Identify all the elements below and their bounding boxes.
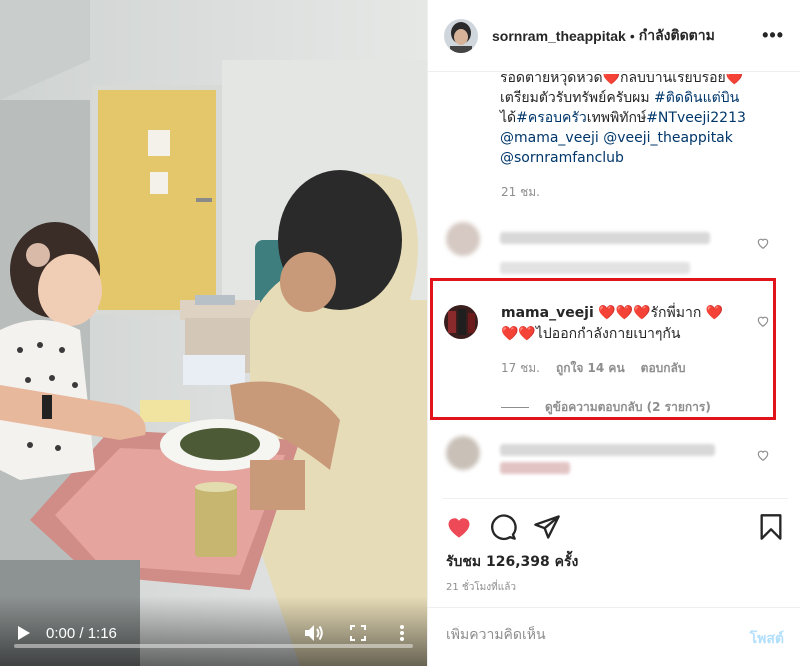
blurred-text <box>500 262 690 274</box>
like-comment-icon[interactable] <box>756 236 770 250</box>
video-player[interactable]: 0:00 / 1:16 <box>0 0 427 666</box>
fullscreen-icon[interactable] <box>347 622 369 644</box>
view-replies-button[interactable]: ดูข้อความตอบกลับ (2 รายการ) <box>501 398 711 417</box>
caption-mention-1[interactable]: @mama_veeji <box>500 130 599 146</box>
post-timestamp: 21 ชั่วโมงที่แล้ว <box>446 582 516 593</box>
share-icon[interactable] <box>533 513 561 541</box>
caption-line-1: รอดตายหวุดหวด❤️กลับบ้านเรียบร้อย❤️ <box>500 74 744 86</box>
replies-divider <box>501 407 529 408</box>
volume-icon[interactable] <box>303 622 325 644</box>
caption-mention-2[interactable]: @veeji_theappitak <box>603 130 733 146</box>
caption-line-3-text-2: เทพพิทักษ์ <box>586 110 647 126</box>
blurred-avatar <box>446 436 480 470</box>
blurred-text <box>500 444 715 456</box>
comment-icon[interactable] <box>489 513 517 541</box>
video-controls: 0:00 / 1:16 <box>0 596 427 666</box>
more-options-icon[interactable]: ••• <box>762 25 784 46</box>
comment-username[interactable]: mama_veeji <box>501 305 594 321</box>
comment-text: mama_veeji ❤️❤️❤️รักพี่มาก ❤️ ❤️❤️ไปออกก… <box>501 303 739 345</box>
caption-hashtag-3[interactable]: #NTveeji2213 <box>646 110 746 126</box>
comment-meta: 17 ชม. ถูกใจ 14 คน ตอบกลับ <box>501 359 686 378</box>
caption-hashtag-2[interactable]: #ครอบครัว <box>516 110 587 126</box>
post-comment-button[interactable]: โพสต์ <box>750 628 784 650</box>
post-actions <box>443 498 788 544</box>
comment-avatar[interactable] <box>444 305 478 339</box>
follow-status-button[interactable]: กำลังติดตาม <box>639 25 715 47</box>
caption-timestamp: 21 ชม. <box>501 185 540 199</box>
view-count[interactable]: รับชม 126,398 ครั้ง <box>446 551 578 573</box>
caption-line-3-text: ได้ <box>500 110 517 126</box>
header-separator: • <box>629 27 635 44</box>
liked-heart-icon[interactable] <box>445 513 473 541</box>
caption-line-2-text: เตรียมตัวรับทรัพย์ครับผม <box>500 90 655 106</box>
comment-timestamp: 17 ชม. <box>501 361 540 375</box>
caption-hashtag-1[interactable]: #ติดดินแต่บิน <box>654 90 739 106</box>
reply-button[interactable]: ตอบกลับ <box>641 359 686 378</box>
save-bookmark-icon[interactable] <box>757 513 785 541</box>
comment-body-a: ❤️❤️❤️รักพี่มาก ❤️ <box>593 305 724 321</box>
avatar[interactable] <box>444 18 478 53</box>
like-comment-icon[interactable] <box>756 448 770 462</box>
post-caption: รอดตายหวุดหวด❤️กลับบ้านเรียบร้อย❤️ เตรีย… <box>500 68 790 168</box>
post-author-username[interactable]: sornram_theappitak <box>492 28 626 44</box>
blurred-avatar <box>446 222 480 256</box>
comment-body-b: ❤️❤️ไปออกกำลังกายเบาๆกัน <box>501 326 681 342</box>
view-replies-label: ดูข้อความตอบกลับ (2 รายการ) <box>545 400 711 414</box>
comment-likes-count[interactable]: ถูกใจ 14 คน <box>556 359 625 378</box>
play-icon[interactable] <box>14 623 34 643</box>
post-header: sornram_theappitak • กำลังติดตาม ••• <box>428 0 800 72</box>
comment-input[interactable] <box>446 626 706 642</box>
blurred-text <box>500 462 570 474</box>
more-vertical-icon[interactable] <box>391 622 413 644</box>
caption-mention-3[interactable]: @sornramfanclub <box>500 150 624 166</box>
blurred-text <box>500 232 710 244</box>
video-time: 0:00 / 1:16 <box>46 624 117 642</box>
video-progress-bar[interactable] <box>14 644 413 648</box>
video-frame <box>0 0 427 666</box>
add-comment-bar: โพสต์ <box>427 607 800 666</box>
like-comment-icon[interactable] <box>756 314 770 328</box>
